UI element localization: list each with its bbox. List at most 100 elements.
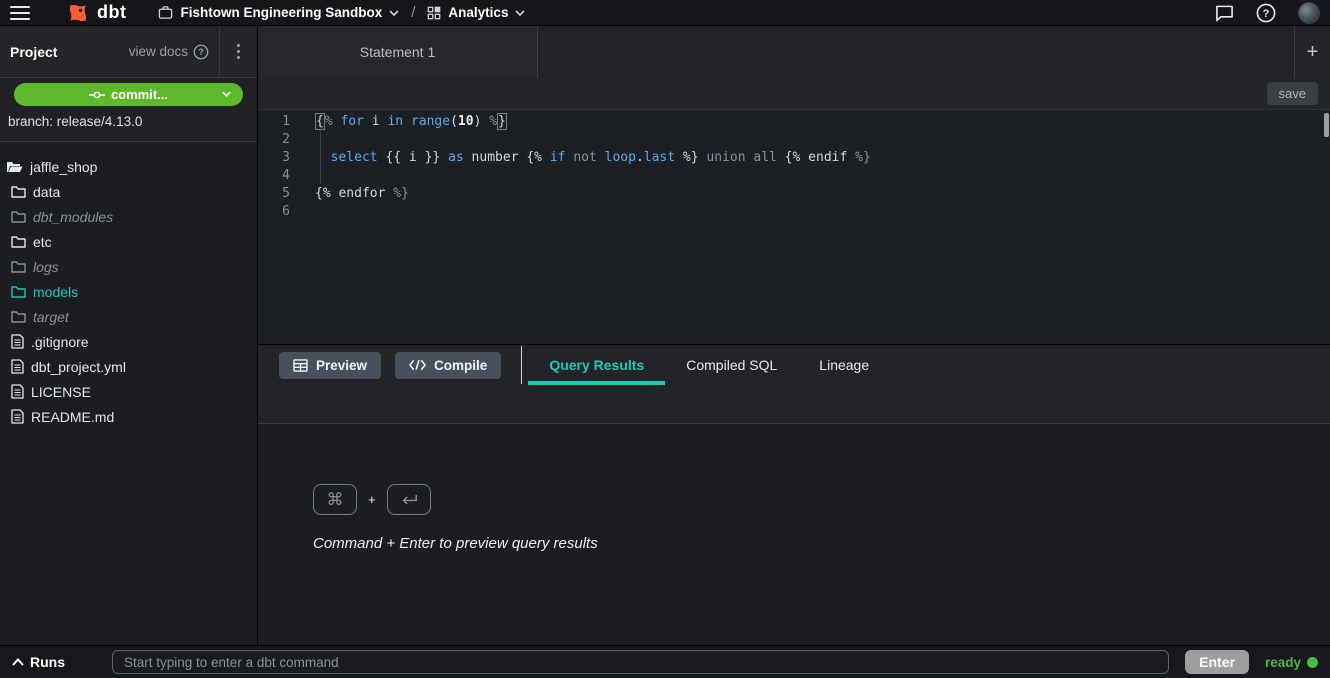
briefcase-icon [158,5,173,20]
enter-key-icon [387,484,431,515]
tree-item-label: README.md [31,409,114,425]
results-subheader [258,385,1330,424]
commit-section: commit... [0,78,257,106]
results-tab-query-results[interactable]: Query Results [528,345,665,385]
code-text: {% for i in range(10) %} [294,113,507,131]
code-editor[interactable]: 1{% for i in range(10) %}23 select {{ i … [258,110,1330,345]
menu-icon[interactable] [10,6,30,20]
file-icon [11,384,24,399]
folder-icon [11,310,26,323]
tree-item-etc[interactable]: etc [0,229,257,254]
code-line[interactable]: 2 [258,131,1330,149]
indent-guide [320,127,321,184]
line-number: 2 [258,131,294,149]
editor-tabbar: Statement 1 + [258,26,1330,78]
add-tab-button[interactable]: + [1294,26,1330,78]
tree-item-readme-md[interactable]: README.md [0,404,257,429]
command-bar: Runs Enter ready [0,645,1330,678]
file-icon [11,409,24,424]
folder-icon [11,185,26,198]
code-text: select {{ i }} as number {% if not loop.… [294,149,871,167]
branch-label: branch: release/4.13.0 [0,106,257,142]
tree-item-license[interactable]: LICENSE [0,379,257,404]
editor-scrollbar[interactable] [1324,113,1329,137]
project-selector[interactable]: Analytics [427,5,525,20]
preview-button[interactable]: Preview [279,352,381,379]
file-tree: jaffle_shopdata dbt_modulesetc logs models t… [0,142,257,645]
chevron-down-icon [515,10,525,16]
tree-item-label: .gitignore [31,334,89,350]
dbt-command-input[interactable] [112,650,1169,674]
results-tab-lineage[interactable]: Lineage [798,345,890,385]
line-number: 5 [258,185,294,203]
tree-item-jaffle-shop[interactable]: jaffle_shop [0,154,257,179]
dbt-logo-icon [66,1,90,25]
tab-statement-1[interactable]: Statement 1 [258,26,538,78]
editor-area: Statement 1 + save 1{% for i in range(10… [258,26,1330,645]
line-number: 1 [258,113,294,131]
chevron-down-icon [389,10,399,16]
chevron-up-icon [12,658,24,666]
view-docs-label: view docs [129,44,188,59]
runs-label: Runs [30,654,65,670]
chevron-down-icon [222,91,231,97]
view-docs-link[interactable]: view docs ? [129,44,219,60]
results-panel: ⌘ + Command + Enter to preview query res… [258,424,1330,645]
project-name: Analytics [448,5,508,20]
tree-item-data[interactable]: data [0,179,257,204]
shortcut-hint-text: Command + Enter to preview query results [313,535,1330,552]
commit-button[interactable]: commit... [14,83,243,106]
tree-item-label: models [33,284,78,300]
topbar: dbt Fishtown Engineering Sandbox / Analy… [0,0,1330,26]
folder-open-icon [6,160,23,174]
code-text [294,203,315,221]
tree-item-logs[interactable]: logs [0,254,257,279]
code-line[interactable]: 3 select {{ i }} as number {% if not loo… [258,149,1330,167]
code-line[interactable]: 1{% for i in range(10) %} [258,113,1330,131]
file-icon [11,359,24,374]
help-icon[interactable]: ? [1256,3,1276,23]
grid-icon [427,6,441,20]
sidebar-title: Project [10,44,57,60]
code-line[interactable]: 6 [258,203,1330,221]
code-line[interactable]: 4 [258,167,1330,185]
line-number: 6 [258,203,294,221]
tree-item-label: logs [33,259,59,275]
brand-name: dbt [97,2,126,23]
code-line[interactable]: 5{% endfor %} [258,185,1330,203]
results-tab-compiled-sql[interactable]: Compiled SQL [665,345,798,385]
tree-item-label: data [33,184,60,200]
tree-item-models[interactable]: models [0,279,257,304]
tree-item-dbt-modules[interactable]: dbt_modules [0,204,257,229]
line-number: 4 [258,167,294,185]
code-text: {% endfor %} [294,185,409,203]
tree-item-target[interactable]: target [0,304,257,329]
code-text [294,167,315,185]
svg-text:?: ? [1263,8,1270,20]
sidebar-menu-icon[interactable] [219,26,257,77]
tree-item--gitignore[interactable]: .gitignore [0,329,257,354]
save-button[interactable]: save [1267,82,1318,105]
enter-button[interactable]: Enter [1185,650,1249,674]
chat-icon[interactable] [1215,4,1234,22]
file-explorer-sidebar: Project view docs ? commit... [0,26,258,645]
compile-button[interactable]: Compile [395,352,501,379]
tree-item-label: dbt_project.yml [31,359,126,375]
tree-item-dbt-project-yml[interactable]: dbt_project.yml [0,354,257,379]
preview-label: Preview [316,358,367,373]
plus-label: + [368,492,376,507]
git-commit-icon [89,90,105,100]
account-selector[interactable]: Fishtown Engineering Sandbox [158,5,399,20]
results-toolbar: Preview Compile Query ResultsCompiled SQ… [258,345,1330,385]
runs-toggle[interactable]: Runs [12,654,112,670]
command-key-icon: ⌘ [313,484,357,515]
tree-item-label: LICENSE [31,384,91,400]
tree-item-label: etc [33,234,52,250]
file-icon [11,334,24,349]
account-name: Fishtown Engineering Sandbox [180,5,382,20]
user-avatar[interactable] [1298,2,1320,24]
folder-icon [11,260,26,273]
code-text [294,131,315,149]
folder-icon [11,285,26,298]
tree-item-label: dbt_modules [33,209,113,225]
